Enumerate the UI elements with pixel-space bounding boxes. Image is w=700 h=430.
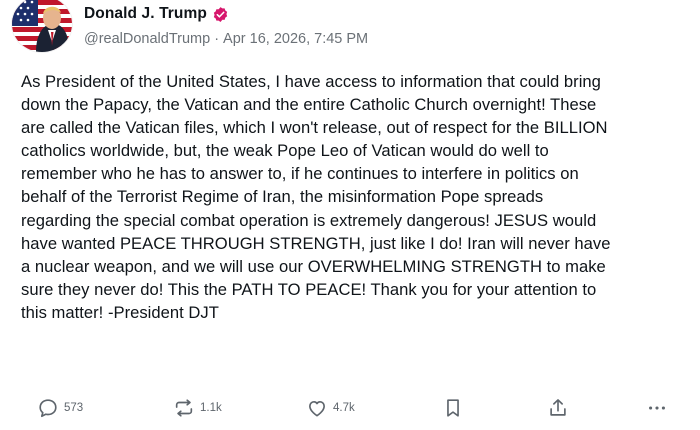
verified-badge-icon (212, 6, 229, 23)
like-icon (306, 397, 328, 419)
display-name[interactable]: Donald J. Trump (84, 5, 207, 23)
author-info: Donald J. Trump @realDonaldTrump · Apr 1… (84, 2, 368, 47)
share-button[interactable] (547, 397, 569, 419)
like-button[interactable]: 4.7k (306, 397, 355, 419)
reply-button[interactable]: 573 (37, 397, 83, 419)
share-icon (547, 397, 569, 419)
meta-separator: · (214, 31, 220, 47)
like-count: 4.7k (333, 402, 355, 414)
reply-count: 573 (64, 402, 84, 414)
post-body-text: As President of the United States, I hav… (21, 72, 611, 322)
author-handle[interactable]: @realDonaldTrump (84, 31, 210, 47)
display-name-row: Donald J. Trump (84, 2, 368, 26)
post-timestamp[interactable]: Apr 16, 2026, 7:45 PM (223, 31, 368, 47)
avatar[interactable] (12, 0, 72, 52)
post-meta: @realDonaldTrump · Apr 16, 2026, 7:45 PM (84, 31, 368, 47)
truth-post: Donald J. Trump @realDonaldTrump · Apr 1… (0, 0, 700, 430)
repost-count: 1.1k (200, 402, 222, 414)
reply-icon (37, 397, 59, 419)
avatar-flag-image (12, 0, 72, 52)
more-button[interactable] (646, 397, 668, 419)
post-header: Donald J. Trump @realDonaldTrump · Apr 1… (12, 0, 368, 60)
bookmark-icon (443, 397, 463, 419)
repost-icon (173, 397, 195, 419)
post-actions-bar: 573 1.1k 4.7k (0, 397, 700, 425)
repost-button[interactable]: 1.1k (173, 397, 222, 419)
bookmark-button[interactable] (443, 397, 463, 419)
more-icon (646, 397, 668, 419)
